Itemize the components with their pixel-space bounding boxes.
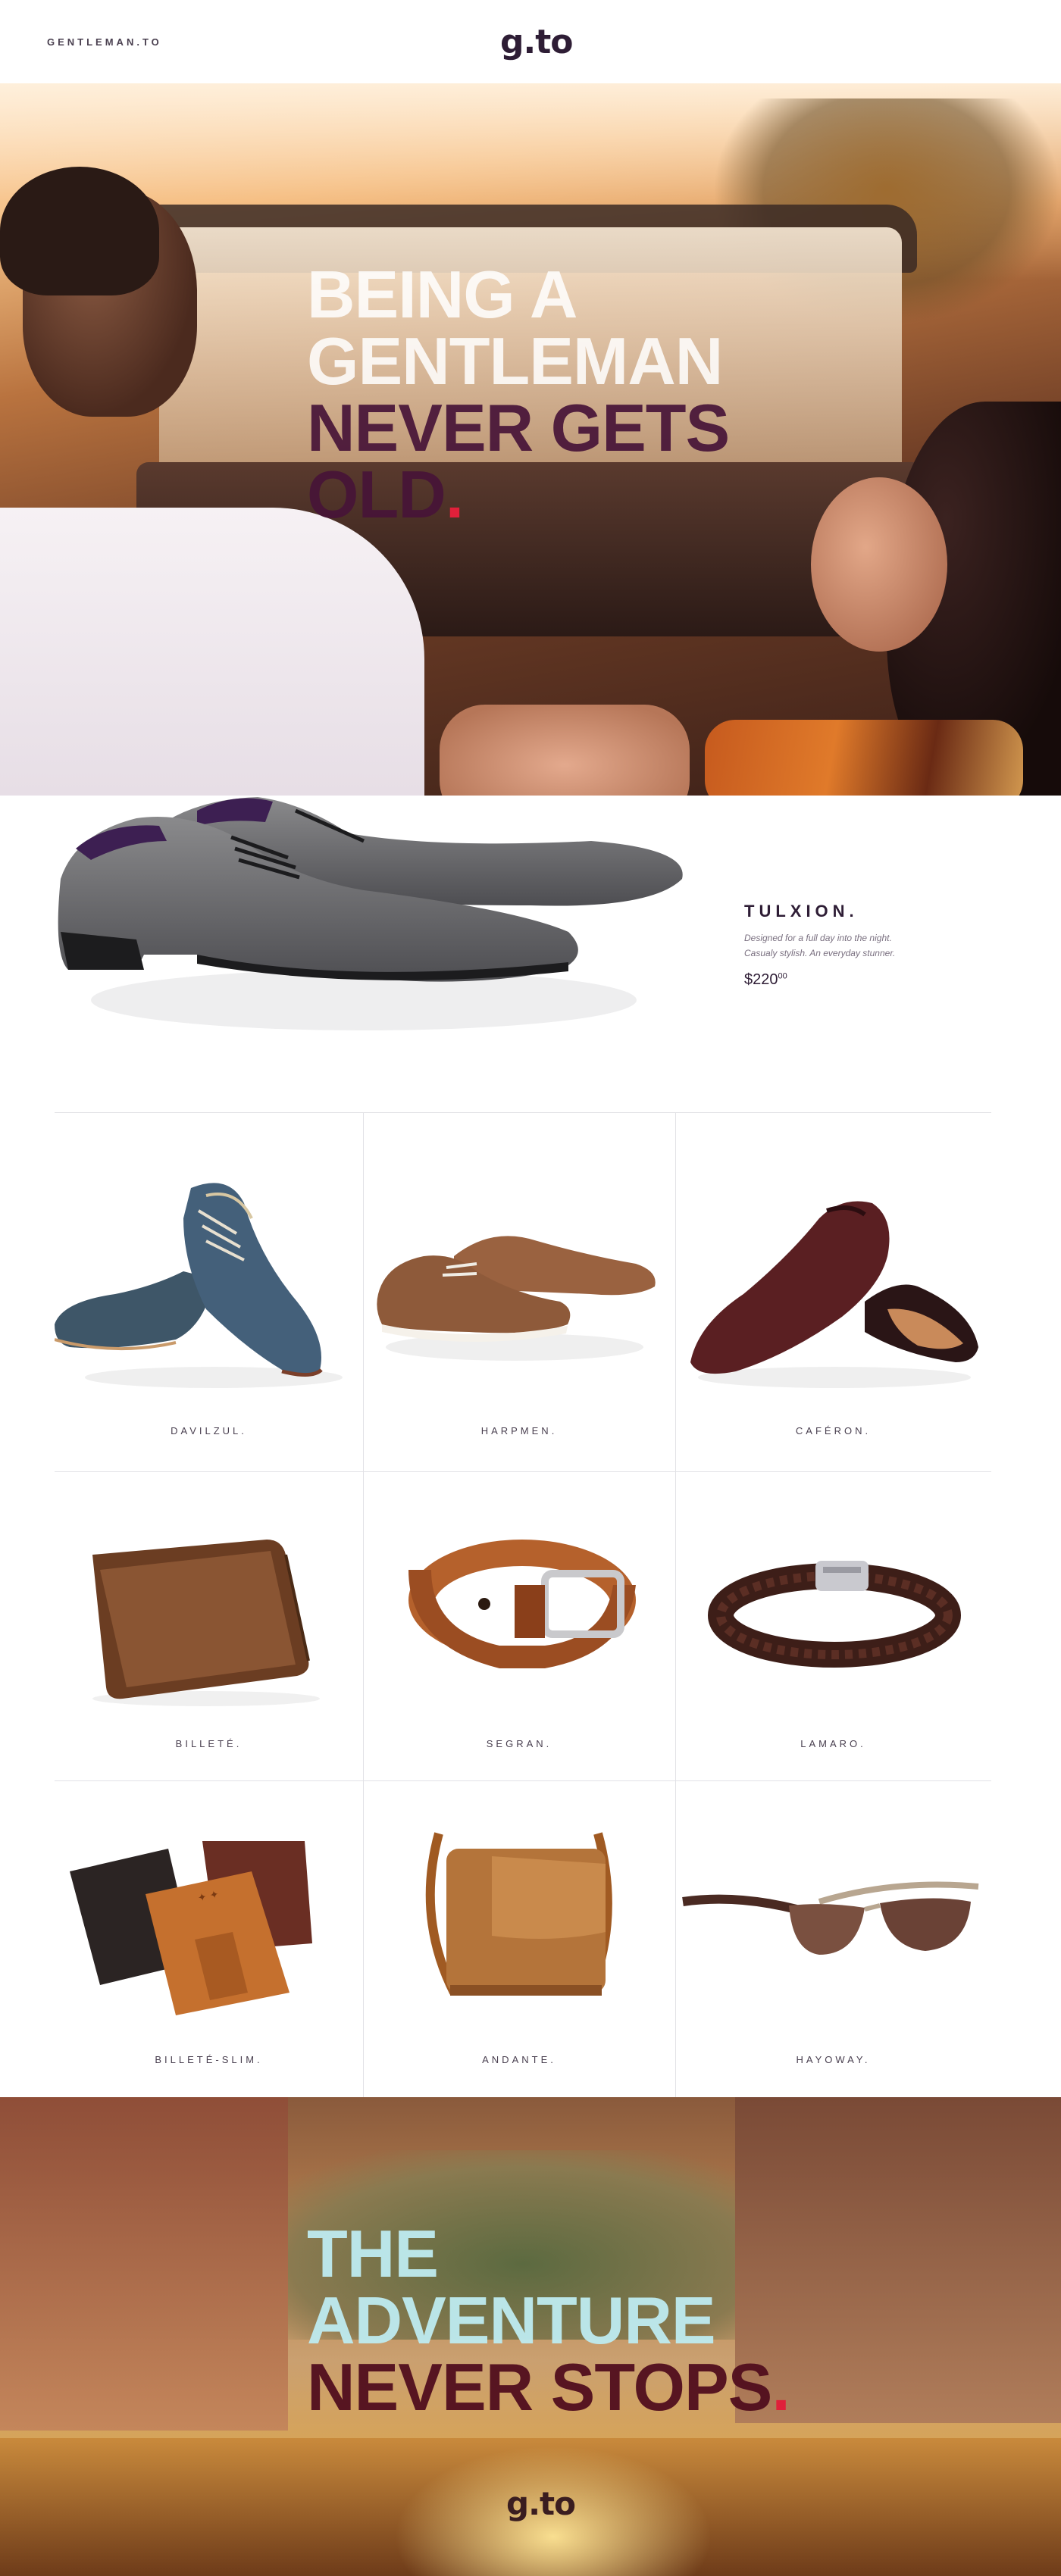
product-image-brown-brogue — [363, 1196, 675, 1377]
hero-headline-line-3: NEVER GETS — [307, 390, 730, 465]
product-image-burgundy-oxford — [675, 1173, 991, 1400]
hero-headline-dot: . — [445, 457, 464, 532]
woman-face — [811, 477, 947, 652]
featured-product-price-cents: 00 — [778, 971, 787, 981]
featured-product-description-line-1: Designed for a full day into the night. — [744, 933, 892, 943]
featured-product-description-line-2: Casualy stylish. An everyday stunner. — [744, 948, 896, 958]
product-card-caferon[interactable]: CAFÉRON. — [675, 1112, 991, 1471]
hero-headline: BEING A GENTLEMAN NEVER GETS OLD. — [307, 257, 730, 528]
hero-headline-line-4-text: OLD — [307, 457, 446, 532]
product-grid: DAVILZUL. HARPMEN. CAFÉRON. BILLETÉ. SEG… — [54, 1112, 991, 2097]
footer-building-left — [0, 2097, 288, 2431]
product-card-segran[interactable]: SEGRAN. — [363, 1471, 675, 1780]
product-label[interactable]: ANDANTE. — [363, 2054, 675, 2065]
featured-product-price-main: $220 — [744, 971, 778, 988]
hero-headline-line-2: GENTLEMAN — [307, 324, 723, 399]
site-logo[interactable]: g.to — [500, 23, 573, 61]
product-label[interactable]: HARPMEN. — [363, 1425, 675, 1436]
man-hair — [0, 167, 159, 295]
featured-product-info: TULXION. Designed for a full day into th… — [744, 902, 994, 989]
product-label[interactable]: BILLETÉ. — [55, 1738, 363, 1749]
footer-headline-dot: . — [771, 2349, 790, 2424]
footer-banner: THE ADVENTURE NEVER STOPS. g.to — [0, 2097, 1061, 2576]
product-card-andante[interactable]: ANDANTE. — [363, 1780, 675, 2097]
hero-banner: BEING A GENTLEMAN NEVER GETS OLD. — [0, 83, 1061, 796]
product-label[interactable]: CAFÉRON. — [675, 1425, 991, 1436]
product-card-davilzul[interactable]: DAVILZUL. — [54, 1112, 363, 1471]
featured-shoe-image[interactable] — [45, 727, 697, 1046]
product-label[interactable]: HAYOWAY. — [675, 2054, 991, 2065]
product-image-slim-wallets: ✦ ✦ — [55, 1811, 363, 2030]
product-card-harpmen[interactable]: HARPMEN. — [363, 1112, 675, 1471]
product-image-aviator-sunglasses — [675, 1849, 991, 1985]
footer-headline-line-1: THE — [307, 2216, 439, 2291]
hero-headline-line-1: BEING A — [307, 257, 577, 332]
product-image-braided-bracelet — [675, 1540, 991, 1676]
product-label[interactable]: SEGRAN. — [363, 1738, 675, 1749]
product-image-leather-wallet — [55, 1509, 363, 1714]
footer-logo[interactable]: g.to — [506, 2485, 576, 2522]
product-card-lamaro[interactable]: LAMARO. — [675, 1471, 991, 1780]
featured-product: TULXION. Designed for a full day into th… — [0, 796, 1061, 1083]
product-image-messenger-bag — [363, 1803, 675, 2030]
featured-product-description: Designed for a full day into the night. … — [744, 930, 994, 961]
product-image-leather-belt — [363, 1524, 675, 1699]
footer-headline-line-2: ADVENTURE — [307, 2283, 716, 2358]
product-label[interactable]: BILLETÉ-SLIM. — [55, 2054, 363, 2065]
woman-scarf — [705, 720, 1023, 796]
brand-text-link[interactable]: GENTLEMAN.TO — [47, 36, 162, 48]
product-label[interactable]: DAVILZUL. — [55, 1425, 363, 1436]
product-card-billete-slim[interactable]: ✦ ✦ BILLETÉ-SLIM. — [55, 1780, 363, 2097]
product-image-blue-brogue — [54, 1158, 363, 1400]
product-card-hayoway[interactable]: HAYOWAY. — [675, 1780, 991, 2097]
featured-product-price: $22000 — [744, 971, 994, 989]
site-header: GENTLEMAN.TO g.to — [0, 0, 1061, 83]
product-label[interactable]: LAMARO. — [675, 1738, 991, 1749]
product-card-billete[interactable]: BILLETÉ. — [55, 1471, 363, 1780]
footer-headline-line-3-text: NEVER STOPS — [307, 2349, 772, 2424]
hero-headline-line-4: OLD. — [307, 461, 729, 528]
footer-headline: THE ADVENTURE NEVER STOPS. — [307, 2221, 790, 2421]
footer-headline-line-3: NEVER STOPS. — [307, 2354, 790, 2421]
featured-product-name[interactable]: TULXION. — [744, 902, 994, 921]
